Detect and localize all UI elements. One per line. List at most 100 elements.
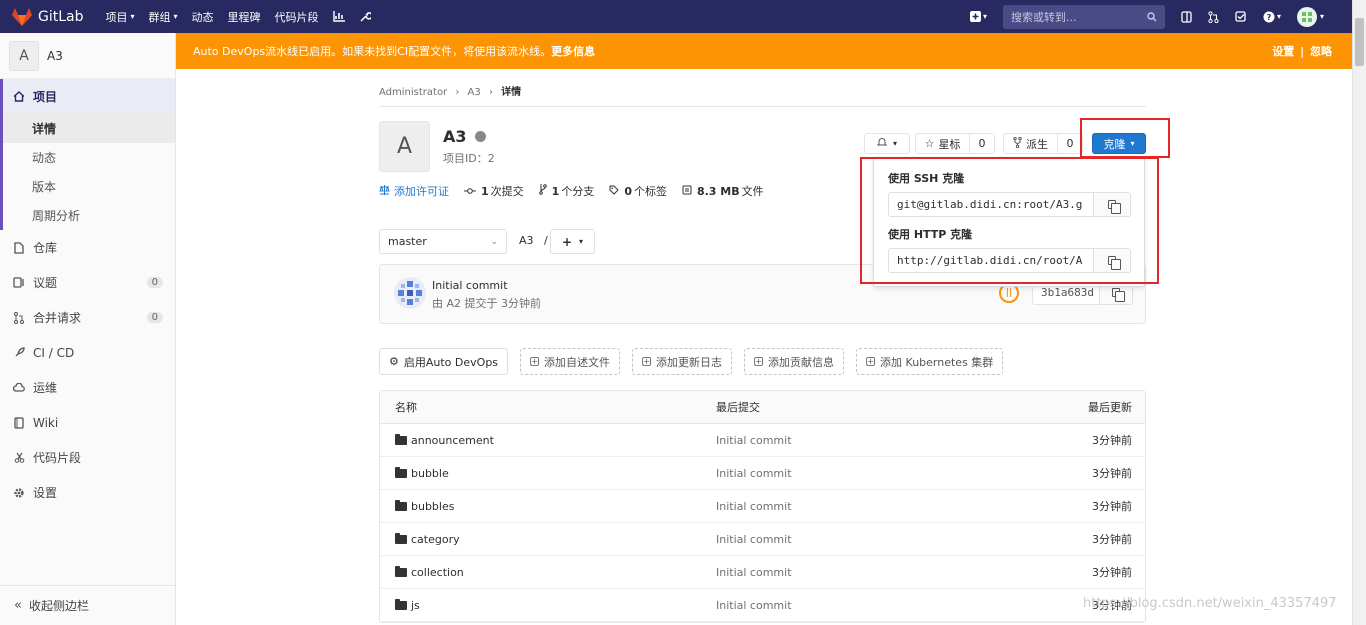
sidebar-item-wiki[interactable]: Wiki — [0, 405, 175, 440]
add-to-tree-dropdown[interactable]: + ▾ — [550, 229, 595, 254]
highlight-clone-dropdown-box — [860, 157, 1159, 284]
project-name: A3 — [47, 48, 63, 63]
star-count[interactable]: 0 — [970, 133, 995, 154]
nav-milestones[interactable]: 里程碑 — [228, 9, 261, 25]
plus-square-icon: + — [642, 357, 652, 366]
nav-snippets-label: 代码片段 — [274, 10, 319, 24]
row-updated-time: 3分钟前 — [1092, 533, 1132, 546]
file-name-link[interactable]: category — [411, 533, 460, 546]
sidebar-item-repository[interactable]: 仓库 — [0, 230, 175, 265]
merge-requests-icon[interactable] — [1208, 10, 1219, 23]
enable-auto-devops-label: 启用Auto DevOps — [403, 355, 499, 369]
plus-icon: + — [561, 234, 573, 249]
plus-square-icon: + — [530, 357, 540, 366]
commits-stat[interactable]: 1 次提交 — [464, 183, 524, 199]
add-kubernetes-button[interactable]: + 添加 Kubernetes 集群 — [856, 348, 1004, 375]
add-changelog-button[interactable]: + 添加更新日志 — [632, 348, 733, 375]
table-row[interactable]: js Initial commit 3分钟前 — [380, 589, 1145, 622]
folder-icon — [395, 433, 407, 445]
nav-groups[interactable]: 群组 ▾ — [149, 9, 178, 25]
table-row[interactable]: category Initial commit 3分钟前 — [380, 523, 1145, 556]
file-name-link[interactable]: collection — [411, 566, 464, 579]
nav-activity-label: 动态 — [191, 10, 214, 24]
watermark: https://blog.csdn.net/weixin_43357497 — [1083, 596, 1337, 611]
sidebar-subitem-label: 版本 — [32, 180, 57, 194]
breadcrumb-project[interactable]: A3 — [468, 87, 481, 98]
globe-icon — [474, 131, 486, 142]
sidebar-subitem-label: 详情 — [32, 122, 57, 136]
project-avatar-large: A — [379, 121, 430, 172]
banner-settings-link[interactable]: 设置 — [1272, 45, 1294, 58]
tags-stat[interactable]: 0 个标签 — [609, 183, 667, 199]
banner-dismiss-link[interactable]: 忽略 — [1310, 45, 1332, 58]
chevron-down-icon[interactable]: ▾ — [1320, 12, 1324, 21]
page-scrollbar[interactable] — [1352, 0, 1366, 625]
repo-path-root[interactable]: A3 — [519, 234, 534, 247]
sidebar-item-merge-requests[interactable]: 合并请求 0 — [0, 300, 175, 335]
sidebar-subitem-cycle-analytics[interactable]: 周期分析 — [3, 201, 175, 230]
project-id: 项目ID：2 — [443, 150, 495, 166]
chevron-down-icon: ▾ — [173, 12, 178, 21]
table-row[interactable]: announcement Initial commit 3分钟前 — [380, 424, 1145, 457]
todo-check-icon[interactable] — [1235, 11, 1247, 22]
notification-dropdown[interactable]: ▾ — [864, 133, 910, 154]
nav-activity[interactable]: 动态 — [192, 9, 214, 25]
commit-author-avatar[interactable] — [394, 277, 426, 309]
branches-stat[interactable]: 1 个分支 — [538, 183, 594, 199]
branch-selector[interactable]: master ⌄ — [379, 229, 507, 254]
sidebar-item-label: 代码片段 — [33, 451, 82, 465]
add-license-link[interactable]: 添加许可证 — [379, 183, 449, 199]
storage-stat: 8.3 MB 文件 — [682, 183, 764, 199]
sidebar-item-settings[interactable]: 设置 — [0, 475, 175, 510]
gitlab-logo[interactable]: GitLab — [12, 0, 84, 33]
commits-count: 1 — [481, 184, 489, 198]
banner-more-info-link[interactable]: 更多信息 — [551, 43, 595, 59]
help-icon[interactable]: ? ▾ — [1263, 11, 1281, 23]
file-name-link[interactable]: announcement — [411, 434, 494, 447]
column-header-name: 名称 — [395, 401, 417, 414]
sidebar-item-operations[interactable]: 运维 — [0, 370, 175, 405]
user-avatar[interactable] — [1296, 6, 1317, 27]
chart-icon[interactable] — [332, 11, 345, 22]
wrench-icon[interactable] — [359, 11, 371, 23]
row-commit-link[interactable]: Initial commit — [716, 566, 792, 579]
sidebar-item-snippets[interactable]: 代码片段 — [0, 440, 175, 475]
add-readme-button[interactable]: + 添加自述文件 — [520, 348, 621, 375]
row-commit-link[interactable]: Initial commit — [716, 467, 792, 480]
commit-title[interactable]: Initial commit — [432, 279, 508, 292]
star-button[interactable]: ☆ 星标 — [915, 133, 970, 154]
nav-snippets[interactable]: 代码片段 — [275, 9, 319, 25]
scrollbar-thumb[interactable] — [1355, 18, 1364, 66]
nav-projects[interactable]: 项目 ▾ — [106, 9, 135, 25]
row-commit-link[interactable]: Initial commit — [716, 533, 792, 546]
table-row[interactable]: bubble Initial commit 3分钟前 — [380, 457, 1145, 490]
row-commit-link[interactable]: Initial commit — [716, 500, 792, 513]
breadcrumb-root[interactable]: Administrator — [379, 87, 447, 98]
search-input[interactable]: 搜索或转到... — [1002, 4, 1165, 29]
sidebar-subitem-activity[interactable]: 动态 — [3, 143, 175, 172]
sidebar-subitem-details[interactable]: 详情 — [3, 114, 175, 143]
file-name-link[interactable]: bubbles — [411, 500, 454, 513]
merge-requests-count-badge: 0 — [146, 312, 163, 323]
row-commit-link[interactable]: Initial commit — [716, 599, 792, 612]
table-row[interactable]: collection Initial commit 3分钟前 — [380, 556, 1145, 589]
sidebar-item-project[interactable]: 项目 — [0, 79, 175, 114]
enable-auto-devops-button[interactable]: ⚙ 启用Auto DevOps — [379, 348, 509, 375]
row-commit-link[interactable]: Initial commit — [716, 434, 792, 447]
sidebar-panel-icon[interactable] — [1181, 10, 1192, 23]
tags-count: 0 — [624, 184, 632, 198]
doc-icon — [12, 241, 26, 254]
sidebar-item-issues[interactable]: 议题 0 — [0, 265, 175, 300]
file-name-link[interactable]: bubble — [411, 467, 449, 480]
table-row[interactable]: bubbles Initial commit 3分钟前 — [380, 490, 1145, 523]
folder-icon — [395, 532, 407, 544]
file-name-link[interactable]: js — [411, 599, 420, 612]
add-contributing-button[interactable]: + 添加贡献信息 — [744, 348, 845, 375]
fork-button[interactable]: 派生 — [1003, 133, 1058, 154]
collapse-sidebar-button[interactable]: « 收起侧边栏 — [0, 585, 175, 625]
issues-icon — [12, 277, 26, 288]
sidebar-item-ci-cd[interactable]: CI / CD — [0, 335, 175, 370]
new-plus-icon[interactable]: ▾ — [969, 11, 987, 22]
sidebar-project-header[interactable]: A A3 — [0, 33, 175, 79]
sidebar-subitem-releases[interactable]: 版本 — [3, 172, 175, 201]
